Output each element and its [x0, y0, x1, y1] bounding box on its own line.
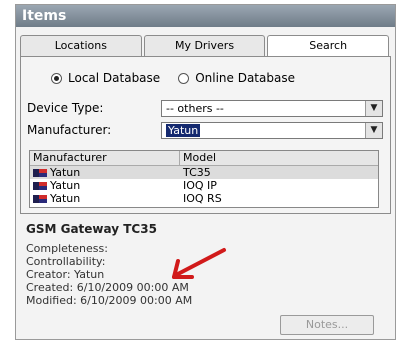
manufacturer-text: Yatun — [50, 179, 81, 192]
model-cell: IOQ RS — [183, 192, 222, 205]
results-table: Manufacturer Model Yatun TC35 Yatun IOQ … — [29, 150, 379, 208]
table-row[interactable]: Yatun IOQ IP — [30, 179, 378, 192]
search-tab-body: Local Database Online Database Device Ty… — [20, 56, 391, 214]
device-flag-icon — [33, 194, 47, 203]
manufacturer-label: Manufacturer: — [27, 123, 112, 137]
tab-search[interactable]: Search — [267, 35, 390, 57]
items-panel: Items Locations My Drivers Search Local … — [15, 4, 396, 340]
chevron-down-icon[interactable]: ▼ — [365, 101, 382, 116]
radio-unselected-icon — [178, 72, 190, 84]
radio-online-label: Online Database — [195, 71, 295, 85]
radio-selected-icon — [51, 72, 62, 84]
column-header-model[interactable]: Model — [180, 151, 378, 165]
radio-local-label: Local Database — [68, 71, 161, 85]
device-flag-icon — [33, 181, 47, 190]
chevron-down-icon[interactable]: ▼ — [365, 123, 382, 138]
device-type-label: Device Type: — [27, 101, 104, 115]
table-row[interactable]: Yatun TC35 — [30, 166, 378, 179]
manufacturer-text: Yatun — [50, 166, 81, 179]
tab-my-drivers[interactable]: My Drivers — [143, 35, 266, 57]
item-title: GSM Gateway TC35 — [26, 222, 157, 236]
device-type-select[interactable]: -- others -- ▼ — [161, 100, 383, 117]
manufacturer-select[interactable]: Yatun ▼ — [161, 122, 383, 139]
model-cell: TC35 — [183, 166, 211, 179]
source-radio-group: Local Database Online Database — [51, 71, 295, 85]
notes-button[interactable]: Notes... — [280, 315, 374, 335]
manufacturer-cell: Yatun — [30, 192, 180, 205]
radio-online-database[interactable]: Online Database — [178, 71, 295, 85]
table-row[interactable]: Yatun IOQ RS — [30, 192, 378, 205]
model-cell: IOQ IP — [183, 179, 217, 192]
created-text: Created: 6/10/2009 00:00 AM — [26, 281, 189, 294]
manufacturer-text: Yatun — [50, 192, 81, 205]
table-header: Manufacturer Model — [30, 151, 378, 166]
manufacturer-cell: Yatun — [30, 166, 180, 179]
manufacturer-cell: Yatun — [30, 179, 180, 192]
manufacturer-value: Yatun — [166, 124, 201, 137]
column-header-manufacturer[interactable]: Manufacturer — [30, 151, 180, 165]
annotation-arrow-icon — [172, 248, 226, 279]
device-type-value: -- others -- — [166, 102, 224, 115]
device-flag-icon — [33, 168, 47, 177]
panel-title: Items — [16, 5, 395, 27]
radio-local-database[interactable]: Local Database — [51, 71, 160, 85]
tab-locations[interactable]: Locations — [20, 35, 142, 57]
tab-strip: Locations My Drivers Search — [20, 35, 391, 57]
modified-text: Modified: 6/10/2009 00:00 AM — [26, 294, 193, 307]
